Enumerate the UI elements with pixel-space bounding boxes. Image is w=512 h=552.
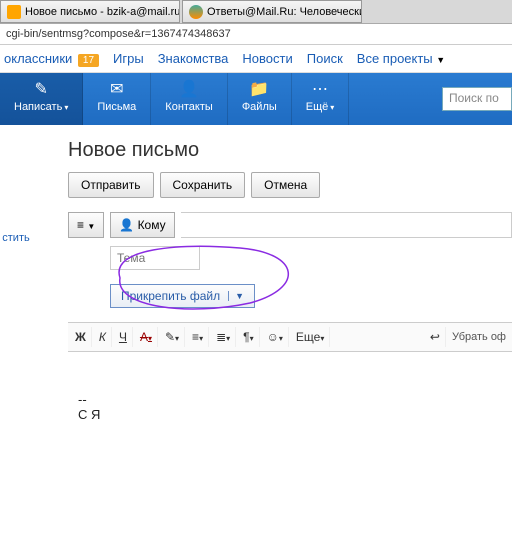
underline-button[interactable]: Ч xyxy=(114,327,133,347)
send-button[interactable]: Отправить xyxy=(68,172,154,198)
browser-tab[interactable]: Новое письмо - bzik-a@mail.ru - Почта ..… xyxy=(0,0,180,23)
action-buttons: Отправить Сохранить Отмена xyxy=(68,172,512,198)
mail-toolbar: ✎ Написать▾ ✉ Письма 👤 Контакты 📁 Файлы … xyxy=(0,73,512,125)
sidebar-cancel-link[interactable]: стить xyxy=(2,232,29,244)
nav-link[interactable]: оклассники xyxy=(4,51,72,66)
subject-input[interactable] xyxy=(110,246,200,270)
indent-button[interactable]: ¶▾ xyxy=(238,327,259,347)
nav-odnoklassniki[interactable]: оклассники 17 xyxy=(4,51,99,66)
pencil-icon: ✎ xyxy=(14,79,68,99)
highlight-button[interactable]: ✎▾ xyxy=(160,327,185,347)
message-body[interactable]: -- С Я xyxy=(68,352,512,552)
person-icon: 👤 xyxy=(165,79,213,99)
undo-label[interactable]: Убрать оф xyxy=(448,331,510,343)
tab-title: Новое письмо - bzik-a@mail.ru - Почта ..… xyxy=(25,6,180,18)
browser-tabs: Новое письмо - bzik-a@mail.ru - Почта ..… xyxy=(0,0,512,24)
files-button[interactable]: 📁 Файлы xyxy=(228,73,292,125)
tool-label: Файлы xyxy=(242,101,277,113)
nav-link[interactable]: Все проекты xyxy=(357,51,433,66)
editor-toolbar: Ж К Ч А▾ ✎▾ ≡▾ ≣▾ ¶▾ ☺▾ Еще▾ ↩ Убрать оф xyxy=(68,322,512,352)
nav-dating[interactable]: Знакомства xyxy=(158,51,229,66)
tool-label: Написать xyxy=(14,101,62,113)
notification-badge: 17 xyxy=(78,54,99,67)
nav-games[interactable]: Игры xyxy=(113,51,144,66)
bold-button[interactable]: Ж xyxy=(70,327,92,347)
attach-label: Прикрепить файл xyxy=(121,289,220,303)
chevron-down-icon: ▾ xyxy=(330,103,334,112)
compose-area: Новое письмо Отправить Сохранить Отмена … xyxy=(32,125,512,552)
text-color-button[interactable]: А▾ xyxy=(135,327,158,347)
browser-tab[interactable]: Ответы@Mail.Ru: Человеческий поиск... xyxy=(182,0,362,23)
cancel-button[interactable]: Отмена xyxy=(251,172,320,198)
align-button[interactable]: ≡▾ xyxy=(187,327,209,347)
dots-icon: ⋯ xyxy=(306,79,335,99)
more-format-button[interactable]: Еще▾ xyxy=(291,327,330,347)
sidebar: стить xyxy=(0,125,32,552)
envelope-icon: ✉ xyxy=(97,79,136,99)
portal-nav: оклассники 17 Игры Знакомства Новости По… xyxy=(0,45,512,73)
chevron-down-icon: ▾ xyxy=(64,103,68,112)
tab-title: Ответы@Mail.Ru: Человеческий поиск... xyxy=(207,6,362,18)
list-button[interactable]: ≣▾ xyxy=(211,327,236,347)
to-label: Кому xyxy=(138,218,166,232)
more-button[interactable]: ⋯ Ещё▾ xyxy=(292,73,350,125)
priority-button[interactable]: ≡ ▼ xyxy=(68,212,104,238)
tool-label: Ещё xyxy=(306,101,329,113)
folder-icon: 📁 xyxy=(242,79,277,99)
url-bar[interactable]: cgi-bin/sentmsg?compose&r=1367474348637 xyxy=(0,24,512,45)
save-button[interactable]: Сохранить xyxy=(160,172,246,198)
attach-file-button[interactable]: Прикрепить файл ▼ xyxy=(110,284,255,308)
person-icon: 👤 xyxy=(119,218,134,232)
chevron-down-icon[interactable]: ▼ xyxy=(228,291,244,301)
tool-label: Письма xyxy=(97,101,136,113)
italic-button[interactable]: К xyxy=(94,327,112,347)
to-button[interactable]: 👤 Кому xyxy=(110,212,174,238)
recipient-row: ≡ ▼ 👤 Кому xyxy=(68,212,512,238)
nav-news[interactable]: Новости xyxy=(242,51,292,66)
chevron-down-icon: ▼ xyxy=(436,55,445,65)
letters-button[interactable]: ✉ Письма xyxy=(83,73,151,125)
nav-search[interactable]: Поиск xyxy=(307,51,343,66)
search-input[interactable]: Поиск по xyxy=(442,87,512,111)
mail-favicon xyxy=(7,5,21,19)
nav-projects[interactable]: Все проекты ▼ xyxy=(357,51,445,66)
contacts-button[interactable]: 👤 Контакты xyxy=(151,73,228,125)
emoji-button[interactable]: ☺▾ xyxy=(262,327,289,347)
undo-button[interactable]: ↩ xyxy=(425,327,446,347)
page-title: Новое письмо xyxy=(68,139,512,162)
answers-favicon xyxy=(189,5,203,19)
tool-label: Контакты xyxy=(165,101,213,113)
to-input[interactable] xyxy=(181,212,512,238)
compose-button[interactable]: ✎ Написать▾ xyxy=(0,73,83,125)
